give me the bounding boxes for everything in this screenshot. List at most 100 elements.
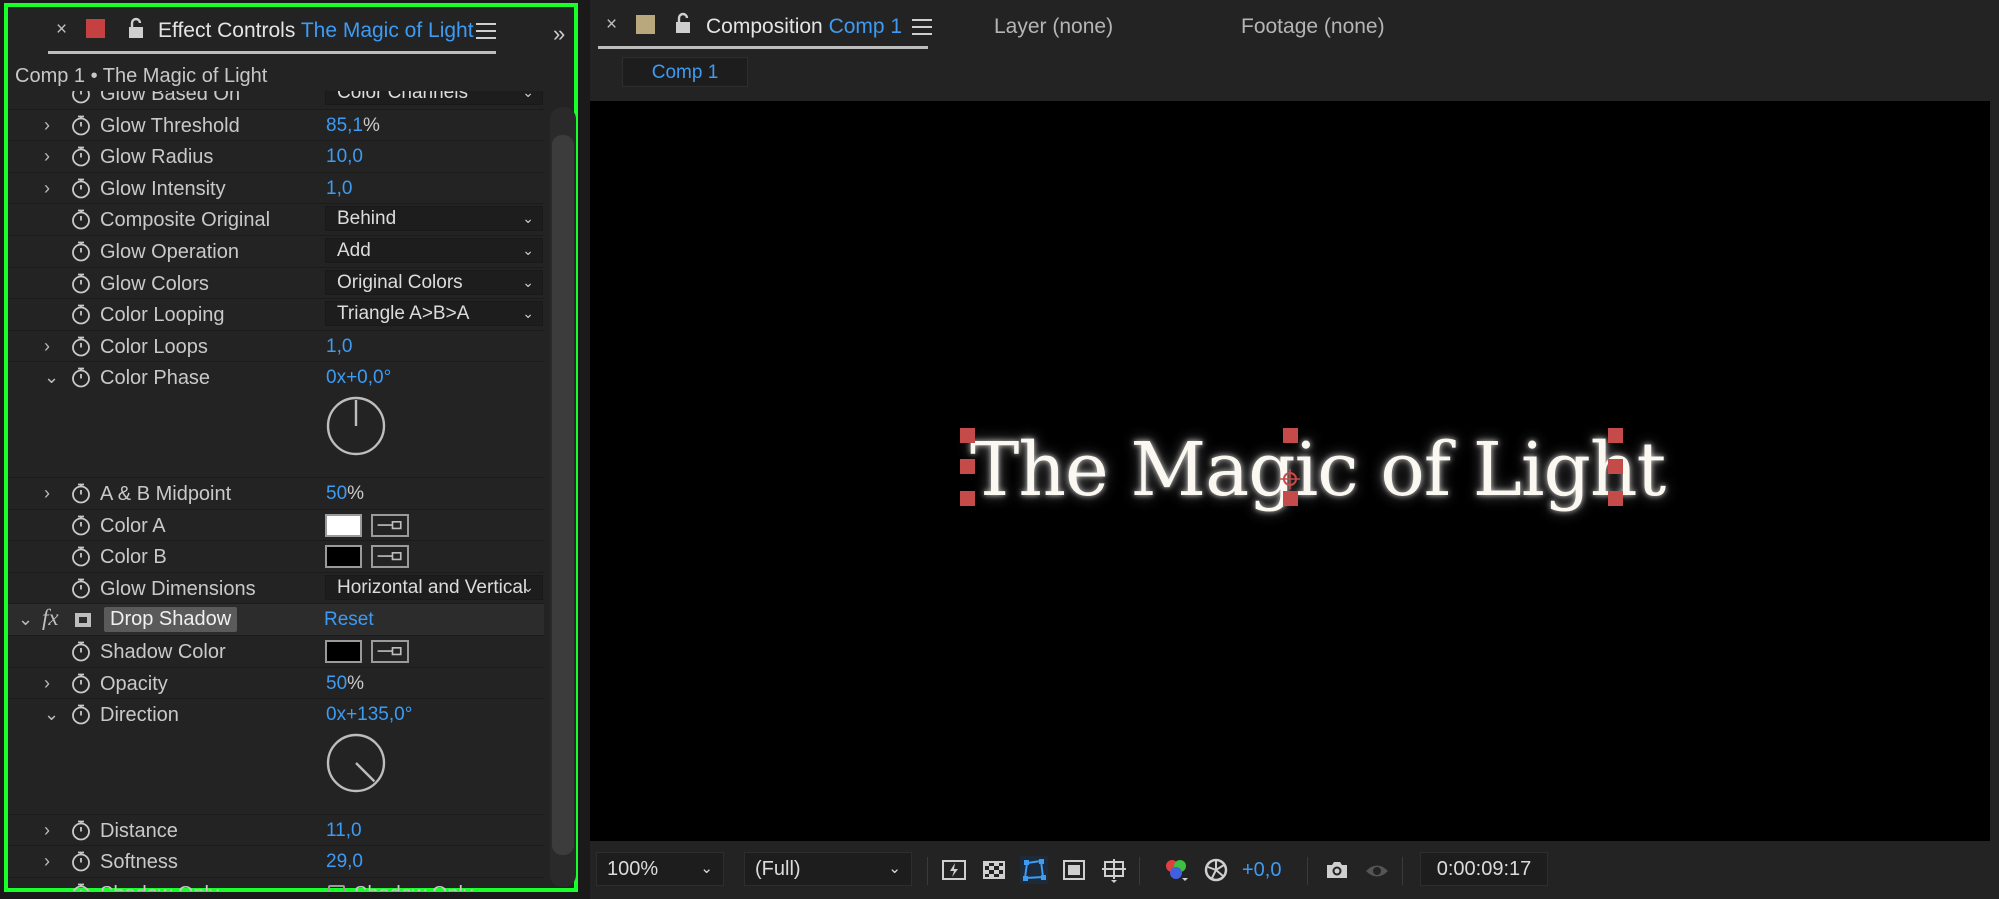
close-tab-icon[interactable]: × <box>606 14 617 36</box>
property-value[interactable]: 0x+135,0° <box>326 704 412 726</box>
fx-toggle-icon[interactable]: fx <box>42 605 59 631</box>
expand-arrow-icon[interactable]: › <box>44 178 50 199</box>
transform-handle[interactable] <box>1283 491 1298 506</box>
reset-exposure-icon[interactable] <box>1202 856 1230 884</box>
effect-preset-icon[interactable] <box>73 610 95 630</box>
expand-arrow-icon[interactable]: › <box>44 673 50 694</box>
stopwatch-icon[interactable] <box>70 545 92 567</box>
stopwatch-icon[interactable] <box>70 240 92 262</box>
layer-tab[interactable]: Layer (none) <box>994 15 1113 39</box>
stopwatch-icon[interactable] <box>70 819 92 841</box>
anchor-point-icon[interactable] <box>1278 467 1302 491</box>
stopwatch-icon[interactable] <box>70 482 92 504</box>
value-number[interactable]: 50 <box>326 673 347 694</box>
label-color-swatch[interactable] <box>636 15 655 34</box>
stopwatch-icon[interactable] <box>70 272 92 294</box>
value-number[interactable]: 50 <box>326 483 347 504</box>
property-dropdown[interactable]: Add ⌄ <box>325 238 543 263</box>
property-dropdown[interactable]: Horizontal and Vertical ⌄ <box>325 574 543 600</box>
property-value[interactable]: 1,0 <box>326 336 352 358</box>
color-swatch[interactable] <box>325 545 362 569</box>
region-of-interest-icon[interactable] <box>1060 856 1088 884</box>
value-number[interactable]: 11,0 <box>326 820 362 841</box>
stopwatch-icon[interactable] <box>70 850 92 872</box>
expand-arrow-icon[interactable]: › <box>44 820 50 841</box>
stopwatch-icon[interactable] <box>70 366 92 388</box>
expand-arrow-icon[interactable]: › <box>44 336 50 357</box>
effect-name-drop-shadow[interactable]: Drop Shadow <box>104 607 238 633</box>
effect-header-drop-shadow[interactable]: ⌄ fx Drop Shadow Reset <box>8 604 544 636</box>
transform-handle[interactable] <box>960 491 975 506</box>
angle-dial[interactable] <box>325 732 387 794</box>
expand-arrow-icon[interactable]: › <box>44 115 50 136</box>
property-dropdown[interactable]: Color Channels ⌄ <box>325 91 543 105</box>
property-value[interactable]: 85,1% <box>326 115 380 137</box>
footage-tab[interactable]: Footage (none) <box>1241 15 1385 39</box>
stopwatch-icon[interactable] <box>70 882 92 891</box>
transform-handle[interactable] <box>1608 491 1623 506</box>
angle-dial[interactable] <box>325 395 387 457</box>
mask-path-visibility-icon[interactable] <box>1020 856 1048 884</box>
expand-arrow-icon[interactable]: › <box>44 851 50 872</box>
expand-arrow-icon[interactable]: › <box>44 146 50 167</box>
lock-icon[interactable] <box>125 17 147 41</box>
eyedropper-icon[interactable] <box>371 545 409 569</box>
reset-link[interactable]: Reset <box>324 609 374 631</box>
panel-menu-icon[interactable] <box>912 19 932 35</box>
stopwatch-icon[interactable] <box>70 577 92 599</box>
stopwatch-icon[interactable] <box>70 177 92 199</box>
color-swatch[interactable] <box>325 513 362 537</box>
value-number[interactable]: 10,0 <box>326 146 363 167</box>
resolution-dropdown[interactable]: (Full) ⌄ <box>744 852 912 886</box>
stopwatch-icon[interactable] <box>70 208 92 230</box>
property-value[interactable]: 50% <box>326 483 364 505</box>
value-number[interactable]: 1,0 <box>326 336 352 357</box>
property-value[interactable]: 10,0 <box>326 146 363 168</box>
expand-arrow-icon[interactable]: › <box>44 483 50 504</box>
lock-icon[interactable] <box>672 12 694 36</box>
stopwatch-icon[interactable] <box>70 91 92 104</box>
stopwatch-icon[interactable] <box>70 703 92 725</box>
value-number[interactable]: 0x+135,0° <box>326 704 412 725</box>
effect-controls-tab[interactable]: × Effect Controls The Magic of Light » <box>8 7 574 58</box>
transparency-grid-icon[interactable] <box>980 856 1008 884</box>
transform-handle[interactable] <box>1608 428 1623 443</box>
composition-tab[interactable]: Composition Comp 1 <box>706 15 902 39</box>
eyedropper-icon[interactable] <box>371 513 409 537</box>
camera-snapshot-icon[interactable] <box>1323 856 1351 884</box>
value-number[interactable]: 85,1 <box>326 115 363 136</box>
close-tab-icon[interactable]: × <box>56 19 67 41</box>
collapse-arrow-icon[interactable]: ⌄ <box>18 609 33 630</box>
transform-handle[interactable] <box>1283 428 1298 443</box>
value-number[interactable]: 1,0 <box>326 178 352 199</box>
label-color-swatch[interactable] <box>86 19 105 38</box>
stopwatch-icon[interactable] <box>70 335 92 357</box>
property-value[interactable]: 11,0 <box>326 820 362 842</box>
show-snapshot-icon[interactable] <box>1363 856 1391 884</box>
property-dropdown[interactable]: Behind ⌄ <box>325 206 543 232</box>
stopwatch-icon[interactable] <box>70 672 92 694</box>
transform-handle[interactable] <box>1608 459 1623 474</box>
fast-previews-icon[interactable] <box>940 856 968 884</box>
zoom-dropdown[interactable]: 100% ⌄ <box>596 852 724 886</box>
stopwatch-icon[interactable] <box>70 114 92 136</box>
comp-subtab[interactable]: Comp 1 <box>622 57 748 87</box>
transform-handle[interactable] <box>960 459 975 474</box>
color-swatch[interactable] <box>325 640 362 663</box>
collapse-arrow-icon[interactable]: ⌄ <box>44 367 59 388</box>
stopwatch-icon[interactable] <box>70 303 92 325</box>
collapse-arrow-icon[interactable]: ⌄ <box>44 704 59 725</box>
shadow-only-checkbox[interactable] <box>328 885 345 891</box>
stopwatch-icon[interactable] <box>70 514 92 536</box>
stopwatch-icon[interactable] <box>70 640 92 662</box>
stopwatch-icon[interactable] <box>70 145 92 167</box>
property-value[interactable]: 29,0 <box>326 851 363 873</box>
transform-handle[interactable] <box>960 428 975 443</box>
grid-guides-icon[interactable] <box>1100 856 1128 884</box>
property-dropdown[interactable]: Triangle A>B>A ⌄ <box>325 301 543 327</box>
expand-panels-icon[interactable]: » <box>553 21 565 47</box>
property-value[interactable]: 50% <box>326 673 364 695</box>
value-number[interactable]: 0x+0,0° <box>326 367 391 388</box>
panel-menu-icon[interactable] <box>476 23 496 39</box>
value-number[interactable]: 29,0 <box>326 851 363 872</box>
